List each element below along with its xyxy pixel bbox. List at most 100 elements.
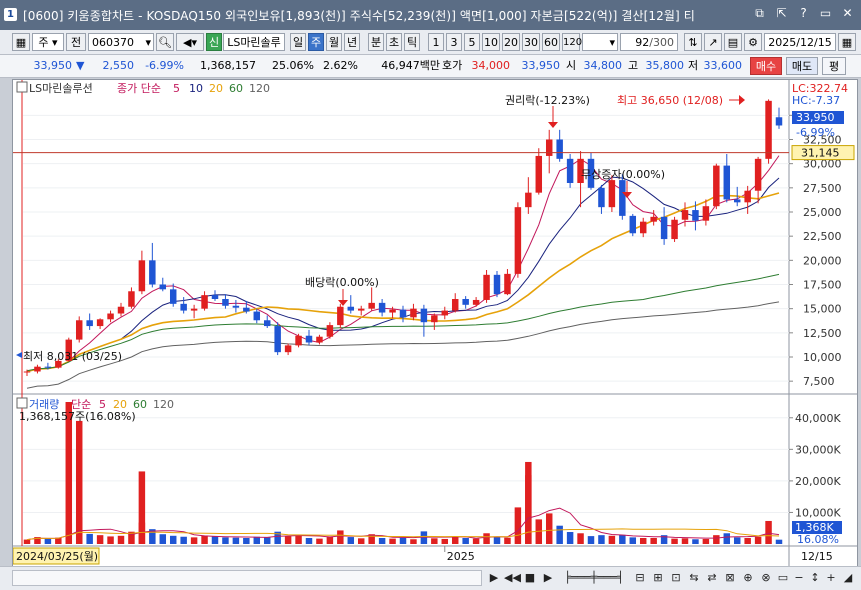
search-icon[interactable]: 🔍︎ — [156, 33, 174, 51]
buy-button[interactable]: 매수 — [750, 57, 782, 75]
page-count-input[interactable]: 92/300 — [620, 33, 678, 51]
candle-body — [274, 326, 281, 353]
candle — [34, 364, 41, 374]
interval-1[interactable]: 1 — [428, 33, 444, 51]
stock-name-field[interactable]: LS마린솔루 — [223, 33, 285, 51]
zoom-reset-icon[interactable]: ↕ — [808, 570, 822, 586]
tool-i-icon[interactable]: ▭ — [776, 570, 790, 586]
tab-second[interactable]: 초 — [386, 33, 402, 51]
candle-body — [149, 260, 156, 285]
chart-nav-bar: ▶ ◀◀ ■ ▶ ╞═══╪═══╡ ⊟ ⊞ ⊡ ⇆ ⇄ ⊠ ⊕ ⊗ ▭ − ↕… — [0, 566, 861, 590]
interval-20[interactable]: 20 — [502, 33, 520, 51]
tool-g-icon[interactable]: ⊕ — [740, 570, 756, 586]
current-price: 33,950 — [33, 59, 73, 72]
rights-annotation: 권리락(-12.23%) — [505, 94, 590, 107]
tool-d-icon[interactable]: ⇆ — [686, 570, 702, 586]
volume-bar — [650, 538, 657, 544]
calendar-icon[interactable]: ▦ — [838, 33, 856, 51]
tool-trend-icon[interactable]: ↗ — [704, 33, 722, 51]
legend-ma20: 20 — [209, 82, 223, 95]
tool-h-icon[interactable]: ⊗ — [758, 570, 774, 586]
sell-button[interactable]: 매도 — [786, 57, 818, 75]
zoom-out-icon[interactable]: − — [792, 570, 806, 586]
forward-icon[interactable]: ▶ — [540, 570, 556, 586]
rewind-icon[interactable]: ◀◀ — [504, 570, 521, 586]
volume-bar — [337, 530, 344, 544]
pin-window-icon[interactable]: ⇱ — [774, 6, 789, 21]
volume-bar — [284, 536, 292, 544]
candle — [232, 299, 240, 313]
candle-body — [472, 299, 480, 305]
tab-week[interactable]: 주 — [308, 33, 324, 51]
tool-f-icon[interactable]: ⊠ — [722, 570, 738, 586]
interval-3[interactable]: 3 — [446, 33, 462, 51]
tool-b-icon[interactable]: ⊞ — [650, 570, 666, 586]
interval-30[interactable]: 30 — [522, 33, 540, 51]
chart-canvas[interactable]: LS마린솔루션 종가 단순 5 10 20 60 120 권리락(-12.23%… — [12, 80, 857, 566]
average-button[interactable]: 평 — [822, 57, 846, 75]
volume-bar — [577, 533, 584, 544]
candle-body — [619, 180, 626, 216]
chart-area[interactable]: LS마린솔루션 종가 단순 5 10 20 60 120 권리락(-12.23%… — [12, 79, 858, 567]
horizontal-scrollbar[interactable] — [12, 570, 482, 586]
candle-body — [733, 199, 741, 203]
price-tick-label: 20,000 — [803, 254, 842, 267]
app-icon: 1 — [4, 8, 17, 21]
help-icon[interactable]: ? — [796, 6, 811, 21]
maximize-icon[interactable]: ▭ — [818, 6, 833, 21]
candle — [190, 304, 198, 319]
zoom-in-icon[interactable]: + — [824, 570, 838, 586]
gear-icon[interactable]: ⚙ — [744, 33, 762, 51]
interval-120[interactable]: 120 — [562, 33, 582, 51]
tool-e-icon[interactable]: ⇄ — [704, 570, 720, 586]
interval-custom-input[interactable]: ▾ — [582, 33, 618, 51]
volume-bar — [180, 536, 187, 544]
candle-body — [639, 221, 647, 234]
save-icon[interactable]: ▤ — [724, 33, 742, 51]
volume-bar — [410, 539, 417, 544]
tab-year[interactable]: 년 — [344, 33, 360, 51]
candle — [775, 107, 783, 129]
prev-button[interactable]: 전 — [66, 33, 86, 51]
tab-tick[interactable]: 틱 — [404, 33, 420, 51]
tool-a-icon[interactable]: ⊟ — [632, 570, 648, 586]
volume-bar — [190, 537, 198, 544]
candle-body — [556, 139, 563, 159]
volume-bar — [431, 538, 438, 544]
candle-body — [713, 165, 720, 207]
close-icon[interactable]: ✕ — [840, 6, 855, 21]
sound-icon[interactable]: ◀▾ — [176, 33, 204, 51]
volume-bar — [86, 533, 93, 544]
candle-body — [431, 315, 438, 323]
candle-body — [44, 366, 52, 368]
interval-5[interactable]: 5 — [464, 33, 480, 51]
interval-60[interactable]: 60 — [542, 33, 560, 51]
interval-10[interactable]: 10 — [482, 33, 500, 51]
candle-body — [211, 295, 219, 299]
candle — [149, 242, 156, 288]
date-input[interactable]: 2025/12/15 — [764, 33, 836, 51]
stop-icon[interactable]: ■ — [522, 570, 538, 586]
end-date-label: 12/15 — [801, 550, 833, 563]
reference-price-tag: 31,145 — [791, 145, 855, 161]
layout-icon[interactable]: ▦ — [12, 33, 30, 51]
tab-day[interactable]: 일 — [290, 33, 306, 51]
volume-bar — [483, 533, 490, 544]
fit-icon[interactable]: ◢ — [840, 570, 856, 586]
candle — [556, 129, 563, 162]
tab-minute[interactable]: 분 — [368, 33, 384, 51]
scroll-left-icon[interactable]: ▶ — [486, 570, 502, 586]
stock-code-input[interactable]: 060370 ▾ — [88, 33, 154, 51]
volume-bar — [253, 536, 261, 544]
candle-body — [75, 320, 83, 340]
tool-candle-icon[interactable]: ⇅ — [684, 33, 702, 51]
zoom-slider[interactable]: ╞═══╪═══╡ — [560, 570, 628, 586]
candle-body — [347, 306, 355, 311]
volume-bar — [211, 536, 219, 544]
legend-toggle-icon — [16, 81, 28, 93]
tool-c-icon[interactable]: ⊡ — [668, 570, 684, 586]
restore-window-icon[interactable]: ⧉ — [752, 6, 767, 21]
tab-month[interactable]: 월 — [326, 33, 342, 51]
period-select[interactable]: 주 ▾ — [32, 33, 64, 51]
volume-tick-label: 30,000K — [795, 443, 841, 456]
